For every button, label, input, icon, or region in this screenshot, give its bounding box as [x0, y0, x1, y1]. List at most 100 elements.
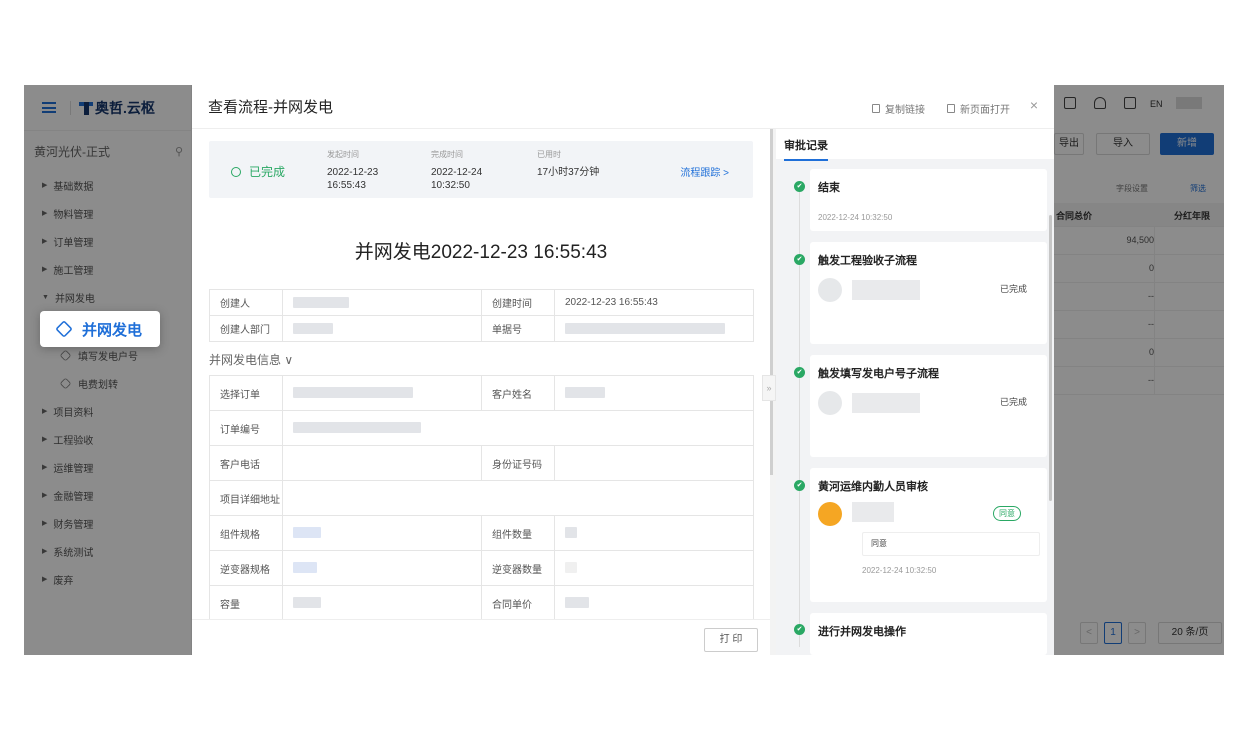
approval-node: 触发填写发电户号子流程 已完成: [810, 355, 1047, 457]
form-panel: 已完成 发起时间 2022-12-23 16:55:43 完成时间 2022-12…: [192, 129, 770, 655]
copy-link-label: 复制链接: [885, 105, 925, 116]
approval-node: 进行并网发电操作: [810, 613, 1047, 655]
check-circle-icon: ✔: [794, 254, 805, 265]
elapsed-label: 已用时: [537, 150, 561, 159]
end-time-value: 2022-12-24 10:32:50: [431, 166, 482, 192]
field-label: 组件规格: [209, 515, 283, 551]
field-label: 项目详细地址: [209, 480, 283, 516]
field-label: 创建人: [209, 289, 283, 316]
grid-power-info-table: 选择订单 客户姓名 订单编号 客户电话 身份证号码 项目详细地址 组件规格 组件…: [209, 375, 754, 621]
sidebar-subitem-grid-power-active[interactable]: 并网发电: [40, 311, 160, 347]
dept-value: [282, 315, 482, 342]
inverter-spec-value: [282, 550, 482, 586]
capacity-value: [282, 585, 482, 621]
node-status: 已完成: [999, 284, 1027, 294]
field-label: 组件数量: [481, 515, 555, 551]
document-title: 并网发电2022-12-23 16:55:43: [354, 242, 608, 263]
start-time-value: 2022-12-23 16:55:43: [327, 166, 378, 192]
order-value[interactable]: [282, 375, 482, 411]
check-circle-icon: ✔: [794, 367, 805, 378]
tab-approval-records[interactable]: 审批记录: [784, 137, 828, 161]
approval-node: 黄河运维内勤人员审核 同意 同意 2022-12-24 10:32:50: [810, 468, 1047, 602]
field-label: 创建人部门: [209, 315, 283, 342]
approval-tabs: 审批记录: [776, 129, 1054, 161]
check-circle-icon: [231, 166, 241, 177]
collapse-toggle-icon[interactable]: »: [762, 375, 776, 401]
cube-icon: [55, 320, 73, 338]
check-circle-icon: ✔: [794, 181, 805, 192]
table-row: 创建人部门 单据号: [209, 315, 754, 342]
open-new-page-button[interactable]: 新页面打开: [947, 101, 1010, 116]
field-label: 单据号: [481, 315, 555, 342]
node-status: 已完成: [999, 397, 1027, 407]
approval-panel: 审批记录 ✔ 结束 2022-12-24 10:32:50 ✔ 触发工程验收子流…: [776, 129, 1054, 655]
app-window: 奥哲.云枢 黄河光伏-正式 ⚲ ▶ 基础数据 ▶ 物料管理 ▶ 订单管理 ▶ 施工管理 …: [24, 85, 1224, 655]
check-circle-icon: ✔: [794, 624, 805, 635]
order-no-value: [282, 410, 754, 446]
field-label: 订单编号: [209, 410, 283, 446]
user-avatar-icon: [818, 278, 842, 302]
copy-link-button[interactable]: 复制链接: [872, 101, 925, 116]
close-icon[interactable]: ×: [1030, 97, 1038, 113]
approval-comment: 同意: [862, 532, 1040, 556]
sidebar-item-label: 并网发电: [82, 321, 143, 339]
status-text: 已完成: [249, 165, 286, 179]
node-title: 黄河运维内勤人员审核: [818, 481, 928, 493]
end-time-label: 完成时间: [431, 150, 463, 159]
field-label: 选择订单: [209, 375, 283, 411]
copy-icon: [872, 104, 880, 113]
customer-name-value: [554, 375, 754, 411]
user-avatar-icon: [818, 391, 842, 415]
process-track-link[interactable]: 流程跟踪 >: [680, 164, 729, 179]
field-label: 客户姓名: [481, 375, 555, 411]
created-time-value: 2022-12-23 16:55:43: [554, 289, 754, 316]
overlay-mask-right: [1054, 85, 1224, 655]
field-label: 客户电话: [209, 445, 283, 481]
start-date: 2022-12-23: [327, 167, 379, 178]
section-title[interactable]: 并网发电信息 ∨: [209, 351, 293, 368]
table-row: 组件规格 组件数量: [209, 515, 754, 551]
table-row: 容量 合同单价: [209, 585, 754, 621]
field-label: 逆变器数量: [481, 550, 555, 586]
check-circle-icon: ✔: [794, 480, 805, 491]
agree-badge: 同意: [993, 506, 1021, 521]
table-row: 逆变器规格 逆变器数量: [209, 550, 754, 586]
start-time-label: 发起时间: [327, 150, 359, 159]
process-modal: 查看流程-并网发电 复制链接 新页面打开 × 已完成 发起时间 2022-12-…: [192, 85, 1054, 655]
field-label: 身份证号码: [481, 445, 555, 481]
node-time: 2022-12-24 10:32:50: [862, 566, 937, 575]
user-avatar-icon: [818, 502, 842, 526]
print-button[interactable]: 打 印: [704, 628, 758, 652]
phone-value: [282, 445, 482, 481]
unit-price-value: [554, 585, 754, 621]
external-link-icon: [947, 104, 955, 113]
module-spec-value: [282, 515, 482, 551]
address-value: [282, 480, 754, 516]
node-title: 结束: [818, 182, 840, 194]
doc-no-value: [554, 315, 754, 342]
form-scrollbar[interactable]: [770, 129, 773, 475]
status-summary: 已完成 发起时间 2022-12-23 16:55:43 完成时间 2022-12…: [209, 141, 753, 198]
table-row: 客户电话 身份证号码: [209, 445, 754, 481]
end-time: 10:32:50: [431, 180, 470, 191]
meta-table: 创建人 创建时间 2022-12-23 16:55:43 创建人部门 单据号: [209, 289, 754, 342]
table-row: 订单编号: [209, 410, 754, 446]
approval-scrollbar[interactable]: [1049, 215, 1052, 501]
id-number-value: [554, 445, 754, 481]
approval-node: 结束 2022-12-24 10:32:50: [810, 169, 1047, 231]
node-title: 触发填写发电户号子流程: [818, 368, 939, 380]
approval-node: 触发工程验收子流程 已完成: [810, 242, 1047, 344]
end-date: 2022-12-24: [431, 167, 483, 178]
elapsed-value: 17小时37分钟: [537, 167, 600, 178]
start-time: 16:55:43: [327, 180, 366, 191]
node-title: 进行并网发电操作: [818, 626, 906, 638]
inverter-count-value: [554, 550, 754, 586]
module-count-value: [554, 515, 754, 551]
node-title: 触发工程验收子流程: [818, 255, 917, 267]
status-badge: 已完成: [231, 163, 285, 180]
field-label: 创建时间: [481, 289, 555, 316]
creator-value: [282, 289, 482, 316]
table-row: 选择订单 客户姓名: [209, 375, 754, 411]
modal-header: 查看流程-并网发电 复制链接 新页面打开 ×: [192, 85, 1054, 129]
modal-title: 查看流程-并网发电: [208, 99, 333, 116]
